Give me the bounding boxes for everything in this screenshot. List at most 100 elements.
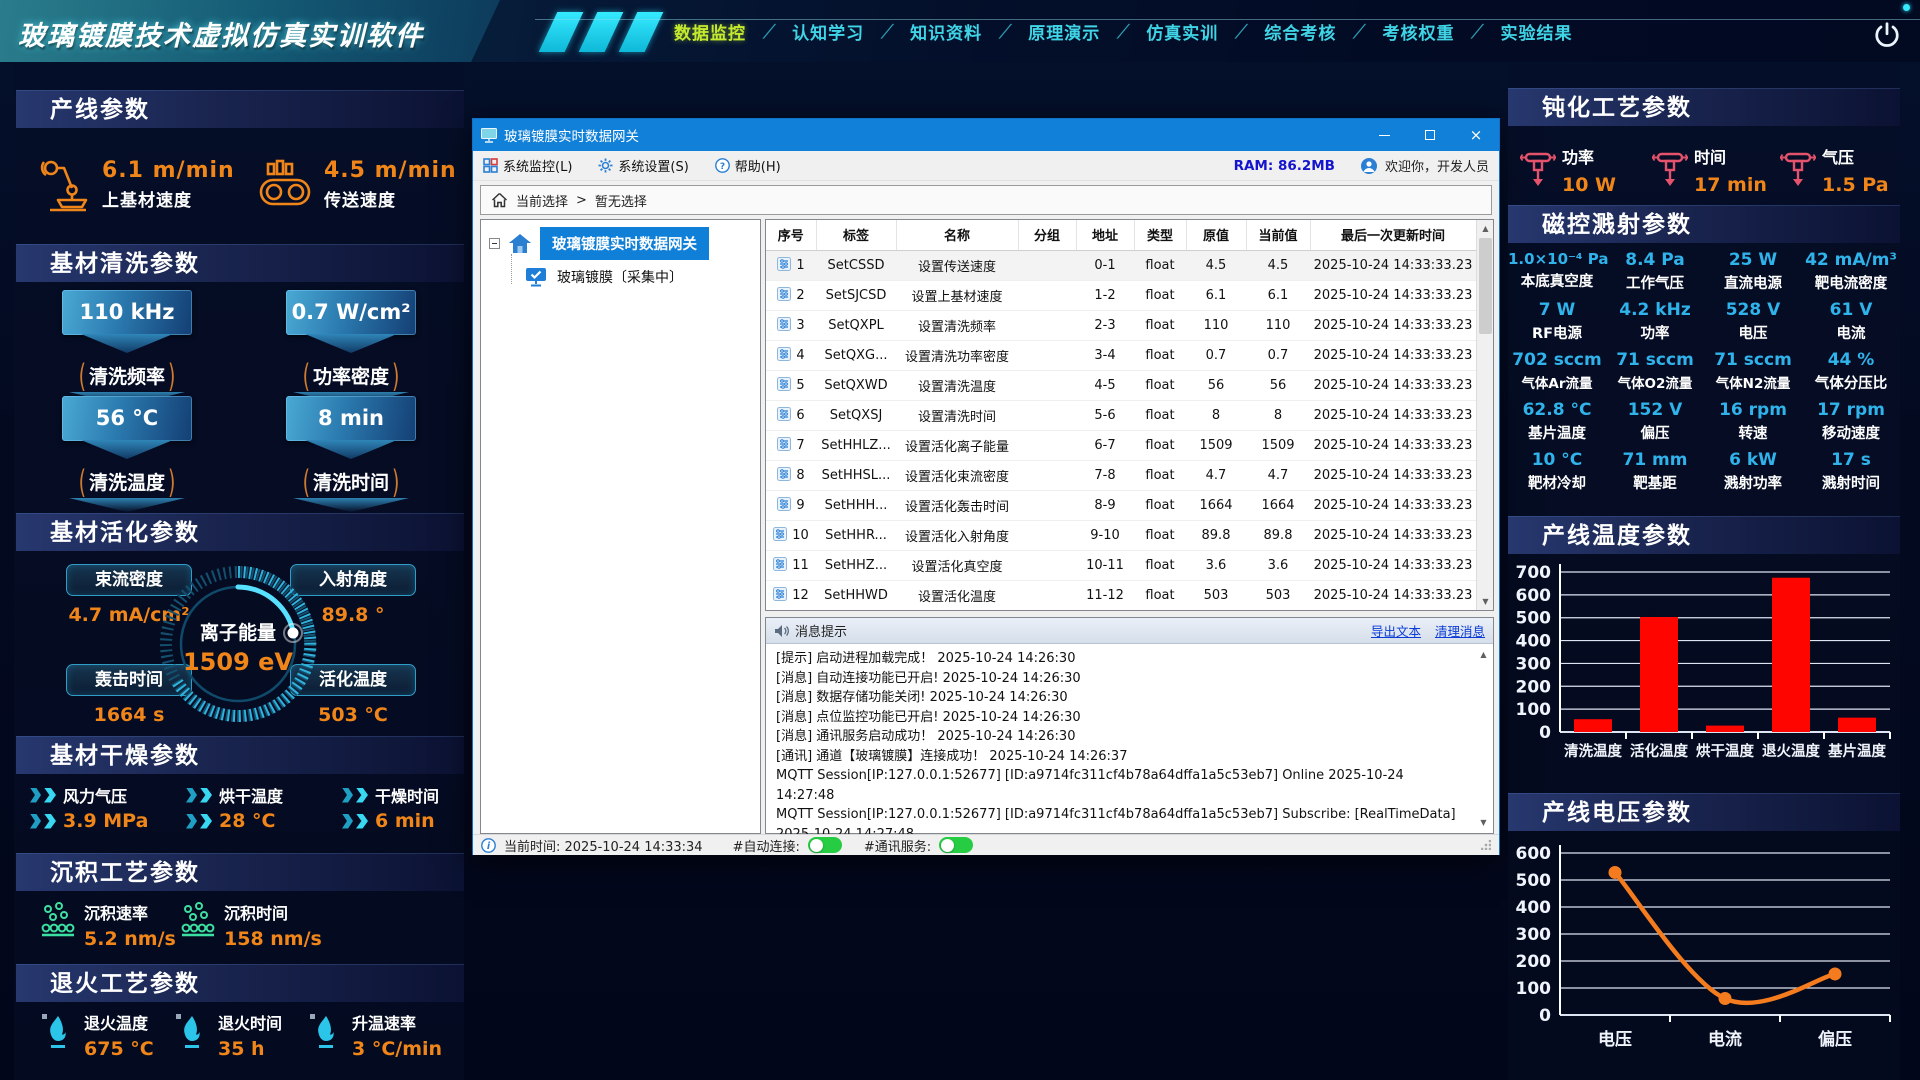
passivation-item-time: 时间 17 min [1648,144,1776,196]
table-row[interactable]: 8SetHHSL...设置活化束流密度7-8float4.74.72025-10… [766,460,1476,490]
table-cell: 2025-10-24 14:33:33.23 [1310,400,1476,430]
table-header-cell[interactable]: 名称 [896,220,1018,250]
table-header-cell[interactable]: 原值 [1186,220,1246,250]
table-row[interactable]: 3SetQXPL设置清洗频率2-3float1101102025-10-24 1… [766,310,1476,340]
nav-item-2[interactable]: 认知学习 [790,15,866,48]
table-row[interactable]: 10SetHHR...设置活化入射角度9-10float89.889.82025… [766,520,1476,550]
deposition-value: 5.2 nm/s [84,928,176,950]
table-header-cell[interactable]: 当前值 [1246,220,1310,250]
scroll-down-icon[interactable]: ▼ [1477,593,1494,610]
nav-separator: / [881,21,894,42]
svg-text:400: 400 [1516,632,1552,652]
table-cell: 2025-10-24 14:33:33.23 [1310,520,1476,550]
table-cell: 8-9 [1076,490,1134,520]
resize-grip[interactable] [1481,840,1491,850]
scrollbar-thumb[interactable] [1479,238,1492,334]
scroll-up-icon[interactable]: ▲ [1475,646,1492,663]
scroll-up-icon[interactable]: ▲ [1477,220,1494,237]
section-title: 磁控溅射参数 [1542,212,1692,238]
nav-item-3[interactable]: 知识资料 [908,15,984,48]
menu-help[interactable]: ? 帮助(H) [715,156,781,175]
clear-messages-link[interactable]: 清理消息 [1435,621,1485,640]
chevron-icon [30,814,41,829]
table-cell: 设置清洗温度 [896,370,1018,400]
production-value: 4.5 m/min [324,158,457,183]
table-cell: 4.7 [1186,460,1246,490]
message-panel: 消息提示 导出文本 清理消息 [提示] 启动进程加载完成！ 2025-10-24… [765,617,1494,834]
close-button[interactable]: × [1453,119,1499,151]
nav-item-8[interactable]: 实验结果 [1499,15,1575,48]
table-row[interactable]: 9SetHHH...设置活化轰击时间8-9float166416642025-1… [766,490,1476,520]
message-panel-title: 消息提示 [795,621,847,640]
annealing-value: 35 h [218,1038,282,1060]
production-value: 6.1 m/min [102,158,235,183]
table-cell [1018,340,1076,370]
window-titlebar[interactable]: 玻璃镀膜实时数据网关 × [473,119,1499,151]
breadcrumb-separator: > [576,193,587,208]
table-cell: 0-1 [1076,250,1134,280]
minimize-button[interactable] [1361,119,1407,151]
table-row[interactable]: 5SetQXWD设置清洗温度4-5float56562025-10-24 14:… [766,370,1476,400]
tree-root-label[interactable]: 玻璃镀膜实时数据网关 [540,227,709,260]
table-cell [1018,310,1076,340]
breadcrumb[interactable]: 当前选择 > 暂无选择 [480,185,1492,215]
tree-expander-icon[interactable] [489,238,500,249]
clean-param-value: 110 kHz [62,290,192,335]
table-row[interactable]: 2SetSJCSD设置上基材速度1-2float6.16.12025-10-24… [766,280,1476,310]
deposition-item-time: 沉积时间 158 nm/s [180,900,322,950]
tree-child-label[interactable]: 玻璃镀膜〔采集中〕 [557,267,683,287]
nav-item-5[interactable]: 仿真实训 [1144,15,1220,48]
power-icon[interactable] [1872,20,1902,50]
tree-node-collector[interactable]: 玻璃镀膜〔采集中〕 [511,260,760,294]
table-cell: 1664 [1246,490,1310,520]
table-row[interactable]: 12SetHHWD设置活化温度11-12float5035032025-10-2… [766,580,1476,610]
scroll-down-icon[interactable]: ▼ [1475,814,1492,831]
svg-text:?: ? [720,162,725,172]
table-row[interactable]: 6SetQXSJ设置清洗时间5-6float882025-10-24 14:33… [766,400,1476,430]
passivation-value: 17 min [1694,174,1776,196]
table-header-cell[interactable]: 最后一次更新时间 [1310,220,1476,250]
table-row[interactable]: 4SetQXG...设置清洗功率密度3-4float0.70.72025-10-… [766,340,1476,370]
banner-chevron-decoration [81,334,173,353]
table-cell: 89.8 [1186,520,1246,550]
table-row[interactable]: 11SetHHZ...设置活化真空度10-11float3.63.62025-1… [766,550,1476,580]
table-cell: 4.7 [1246,460,1310,490]
nav-separator: / [1471,21,1484,42]
table-cell: 4.5 [1186,250,1246,280]
tree-connector-decoration [511,254,525,284]
menu-system-monitor[interactable]: 系统监控(L) [483,156,572,175]
commservice-toggle[interactable] [939,837,973,853]
menu-system-settings[interactable]: 系统设置(S) [598,156,688,175]
tag-table-panel: 序号标签名称分组地址类型原值当前值最后一次更新时间 1SetCSSD设置传送速度… [765,219,1494,611]
table-row[interactable]: 7SetHHLZ...设置活化离子能量6-7float150915092025-… [766,430,1476,460]
window-statusbar: i 当前时间: 2025-10-24 14:33:34 #自动连接: #通讯服务… [473,834,1499,855]
nav-item-7[interactable]: 考核权重 [1380,15,1456,48]
table-header-cell[interactable]: 地址 [1076,220,1134,250]
table-header-cell[interactable]: 分组 [1018,220,1076,250]
sputtering-value: 71 mm [1606,450,1704,470]
table-row[interactable]: 1SetCSSD设置传送速度0-1float4.54.52025-10-24 1… [766,250,1476,280]
table-header-cell[interactable]: 类型 [1134,220,1186,250]
svg-text:电压: 电压 [1598,1029,1632,1050]
sputtering-label: 工作气压 [1606,272,1704,293]
section-drying-params: 基材干燥参数 [16,736,464,774]
table-header-row: 序号标签名称分组地址类型原值当前值最后一次更新时间 [766,220,1476,250]
table-cell: float [1134,280,1186,310]
table-cell: SetHHSL... [816,460,896,490]
sputtering-label: 偏压 [1606,422,1704,443]
nav-item-6[interactable]: 综合考核 [1262,15,1338,48]
nav-item-1[interactable]: 数据监控 [672,15,748,48]
table-cell: 2025-10-24 14:33:33.23 [1310,490,1476,520]
autoconnect-toggle[interactable] [808,837,842,853]
sputtering-value: 702 sccm [1508,350,1606,370]
table-header-cell[interactable]: 标签 [816,220,896,250]
statusbar-time: 当前时间: 2025-10-24 14:33:34 [504,836,703,855]
nav-item-4[interactable]: 原理演示 [1026,15,1102,48]
table-scrollbar[interactable]: ▲ ▼ [1476,220,1493,610]
maximize-button[interactable] [1407,119,1453,151]
svg-text:500: 500 [1516,609,1552,629]
table-cell: 2025-10-24 14:33:33.23 [1310,580,1476,610]
table-header-cell[interactable]: 序号 [766,220,816,250]
nav-separator: / [1353,21,1366,42]
export-text-link[interactable]: 导出文本 [1371,621,1421,640]
